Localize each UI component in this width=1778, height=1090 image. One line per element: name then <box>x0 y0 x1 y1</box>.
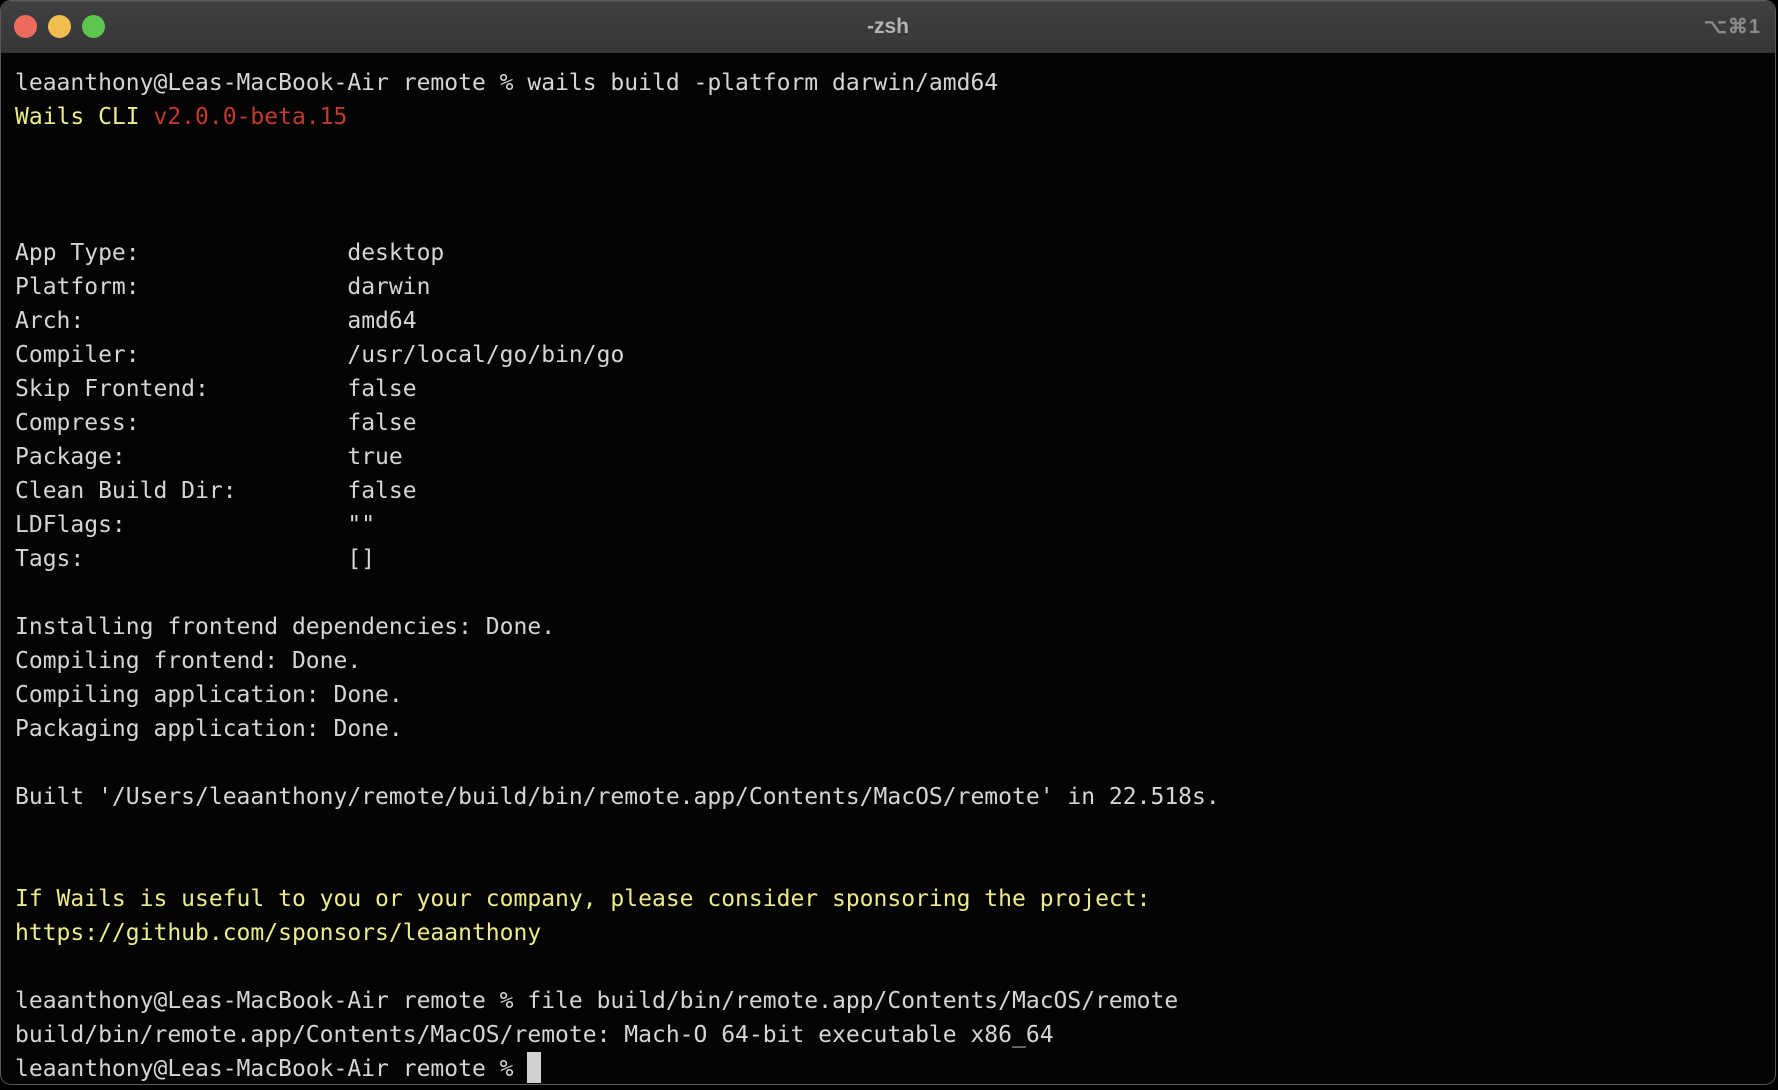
terminal-blank-line <box>15 168 1765 202</box>
terminal-text: leaanthony@Leas-MacBook-Air remote % <box>15 1056 527 1082</box>
build-info-label: Compress: <box>15 410 347 436</box>
terminal-blank-line <box>15 746 1765 780</box>
terminal-text: v2.0.0-beta.15 <box>153 104 347 130</box>
build-info-label: Compiler: <box>15 342 347 368</box>
terminal-text: Wails CLI <box>15 104 153 130</box>
build-info-value: false <box>347 478 416 504</box>
build-info-value: true <box>347 444 402 470</box>
build-info-row: Compress: false <box>15 406 1765 440</box>
build-info-value: desktop <box>347 240 444 266</box>
built-path-line: Built '/Users/leaanthony/remote/build/bi… <box>15 780 1765 814</box>
build-info-row: Arch: amd64 <box>15 304 1765 338</box>
terminal-text: Compiling application: Done. <box>15 682 403 708</box>
status-line: Packaging application: Done. <box>15 712 1765 746</box>
terminal-text: leaanthony@Leas-MacBook-Air remote % fil… <box>15 988 1178 1014</box>
terminal-blank-line <box>15 202 1765 236</box>
build-info-label: LDFlags: <box>15 512 347 538</box>
status-line: Compiling frontend: Done. <box>15 644 1765 678</box>
wails-cli-version-line: Wails CLI v2.0.0-beta.15 <box>15 100 1765 134</box>
terminal-text: build/bin/remote.app/Contents/MacOS/remo… <box>15 1022 1054 1048</box>
terminal-window: -zsh ⌥⌘1 leaanthony@Leas-MacBook-Air rem… <box>0 0 1776 1085</box>
shell-prompt-line: leaanthony@Leas-MacBook-Air remote % wai… <box>15 66 1765 100</box>
build-info-value: amd64 <box>347 308 416 334</box>
terminal-cursor <box>527 1052 541 1083</box>
window-title: -zsh <box>1 1 1775 53</box>
sponsor-url: https://github.com/sponsors/leaanthony <box>15 920 541 946</box>
shell-prompt-cursor-line: leaanthony@Leas-MacBook-Air remote % <box>15 1052 1765 1085</box>
terminal-text: leaanthony@Leas-MacBook-Air remote % wai… <box>15 70 998 96</box>
build-info-value: "" <box>347 512 375 538</box>
terminal-output[interactable]: leaanthony@Leas-MacBook-Air remote % wai… <box>1 53 1775 1085</box>
terminal-blank-line <box>15 848 1765 882</box>
file-output-line: build/bin/remote.app/Contents/MacOS/remo… <box>15 1018 1765 1052</box>
build-info-row: Clean Build Dir: false <box>15 474 1765 508</box>
build-info-row: Platform: darwin <box>15 270 1765 304</box>
terminal-text: If Wails is useful to you or your compan… <box>15 886 1150 912</box>
terminal-blank-line <box>15 814 1765 848</box>
build-info-row: Package: true <box>15 440 1765 474</box>
sponsor-url-line: https://github.com/sponsors/leaanthony <box>15 916 1765 950</box>
build-info-row: LDFlags: "" <box>15 508 1765 542</box>
terminal-blank-line <box>15 576 1765 610</box>
build-info-value: false <box>347 376 416 402</box>
build-info-label: App Type: <box>15 240 347 266</box>
file-command-line: leaanthony@Leas-MacBook-Air remote % fil… <box>15 984 1765 1018</box>
build-info-label: Arch: <box>15 308 347 334</box>
build-info-value: /usr/local/go/bin/go <box>347 342 624 368</box>
terminal-text: Installing frontend dependencies: Done. <box>15 614 555 640</box>
build-info-value: darwin <box>347 274 430 300</box>
build-info-label: Package: <box>15 444 347 470</box>
window-shortcut-badge: ⌥⌘1 <box>1704 1 1761 53</box>
build-info-label: Clean Build Dir: <box>15 478 347 504</box>
build-info-label: Platform: <box>15 274 347 300</box>
terminal-blank-line <box>15 950 1765 984</box>
terminal-blank-line <box>15 134 1765 168</box>
build-info-row: App Type: desktop <box>15 236 1765 270</box>
build-info-label: Tags: <box>15 546 347 572</box>
sponsor-message-line: If Wails is useful to you or your compan… <box>15 882 1765 916</box>
terminal-text: Packaging application: Done. <box>15 716 403 742</box>
titlebar[interactable]: -zsh ⌥⌘1 <box>1 1 1775 53</box>
build-info-value: false <box>347 410 416 436</box>
build-info-row: Tags: [] <box>15 542 1765 576</box>
build-info-row: Compiler: /usr/local/go/bin/go <box>15 338 1765 372</box>
build-info-value: [] <box>347 546 375 572</box>
terminal-text: Compiling frontend: Done. <box>15 648 361 674</box>
build-info-label: Skip Frontend: <box>15 376 347 402</box>
status-line: Compiling application: Done. <box>15 678 1765 712</box>
status-line: Installing frontend dependencies: Done. <box>15 610 1765 644</box>
build-info-row: Skip Frontend: false <box>15 372 1765 406</box>
terminal-text: Built '/Users/leaanthony/remote/build/bi… <box>15 784 1220 810</box>
